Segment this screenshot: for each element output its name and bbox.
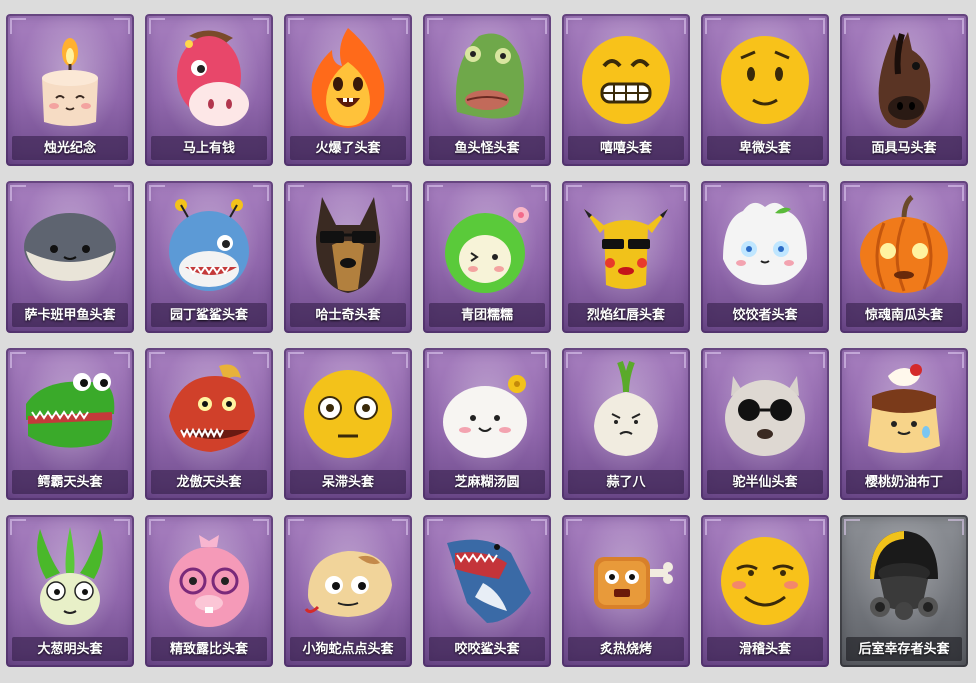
item-label: 马上有钱: [182, 141, 235, 156]
item-label: 小狗蛇点点头套: [302, 642, 394, 657]
item-label: 精致露比头套: [169, 642, 248, 657]
candle-icon: [6, 22, 134, 134]
item-label: 面具马头套: [871, 141, 937, 156]
item-label: 火爆了头套: [315, 141, 381, 156]
grin-emoji-icon: [562, 22, 690, 134]
item-card[interactable]: 小狗蛇点点头套: [284, 515, 412, 667]
scallion-icon: [6, 523, 134, 635]
item-card[interactable]: 蒜了八: [562, 348, 690, 500]
pudding-icon: [840, 356, 968, 468]
item-card[interactable]: 精致露比头套: [145, 515, 273, 667]
item-label: 哈士奇头套: [315, 308, 381, 323]
pumpkin-icon: [840, 189, 968, 301]
snake-icon: [284, 523, 412, 635]
item-card[interactable]: 烛光纪念: [6, 14, 134, 166]
item-label: 烈焰红唇头套: [586, 308, 665, 323]
dragon-icon: [145, 356, 273, 468]
item-card[interactable]: 驼半仙头套: [701, 348, 829, 500]
item-label: 惊魂南瓜头套: [864, 308, 943, 323]
red-lips-pikachu-icon: [562, 189, 690, 301]
item-card[interactable]: 芝麻糊汤圆: [423, 348, 551, 500]
item-card[interactable]: 卑微头套: [701, 14, 829, 166]
item-card[interactable]: 鳄霸天头套: [6, 348, 134, 500]
item-card[interactable]: 嘻嘻头套: [562, 14, 690, 166]
dazed-emoji-icon: [284, 356, 412, 468]
item-card[interactable]: 呆滞头套: [284, 348, 412, 500]
item-label: 卑微头套: [738, 141, 791, 156]
item-card[interactable]: 后室幸存者头套: [840, 515, 968, 667]
item-label: 大葱明头套: [37, 642, 103, 657]
item-label: 鳄霸天头套: [37, 475, 103, 490]
item-card[interactable]: 面具马头套: [840, 14, 968, 166]
husky-icon: [284, 189, 412, 301]
item-label: 樱桃奶油布丁: [864, 475, 943, 490]
sacabambaspis-icon: [6, 189, 134, 301]
item-card[interactable]: 滑稽头套: [701, 515, 829, 667]
fire-icon: [284, 22, 412, 134]
shark-gardener-icon: [145, 189, 273, 301]
item-label: 呆滞头套: [321, 475, 374, 490]
qingtuan-icon: [423, 189, 551, 301]
item-label: 后室幸存者头套: [858, 642, 950, 657]
item-card[interactable]: 樱桃奶油布丁: [840, 348, 968, 500]
item-card[interactable]: 咬咬鲨头套: [423, 515, 551, 667]
item-label: 饺饺者头套: [732, 308, 798, 323]
item-label: 驼半仙头套: [732, 475, 798, 490]
bbq-meat-icon: [562, 523, 690, 635]
item-card[interactable]: 烈焰红唇头套: [562, 181, 690, 333]
item-card[interactable]: 萨卡班甲鱼头套: [6, 181, 134, 333]
item-card[interactable]: 大葱明头套: [6, 515, 134, 667]
item-card[interactable]: 青团糯糯: [423, 181, 551, 333]
item-label: 龙傲天头套: [176, 475, 242, 490]
funny-emoji-icon: [701, 523, 829, 635]
item-label: 嘻嘻头套: [599, 141, 652, 156]
gas-mask-helmet-icon: [840, 523, 968, 635]
item-card[interactable]: 饺饺者头套: [701, 181, 829, 333]
item-label: 滑稽头套: [738, 642, 791, 657]
garlic-icon: [562, 356, 690, 468]
item-card[interactable]: 园丁鲨鲨头套: [145, 181, 273, 333]
humble-emoji-icon: [701, 22, 829, 134]
item-card[interactable]: 马上有钱: [145, 14, 273, 166]
item-label: 蒜了八: [606, 475, 646, 490]
item-label: 烛光纪念: [43, 141, 96, 156]
item-label: 园丁鲨鲨头套: [169, 308, 248, 323]
item-label: 芝麻糊汤圆: [454, 475, 520, 490]
loopy-icon: [145, 523, 273, 635]
item-label: 萨卡班甲鱼头套: [24, 308, 116, 323]
item-label: 青团糯糯: [460, 308, 513, 323]
pink-horse-icon: [145, 22, 273, 134]
horse-mask-icon: [840, 22, 968, 134]
crocodile-icon: [6, 356, 134, 468]
biting-shark-icon: [423, 523, 551, 635]
item-card[interactable]: 龙傲天头套: [145, 348, 273, 500]
item-card[interactable]: 炙热烧烤: [562, 515, 690, 667]
item-label: 鱼头怪头套: [454, 141, 520, 156]
dumpling-icon: [701, 189, 829, 301]
alpaca-icon: [701, 356, 829, 468]
item-card[interactable]: 惊魂南瓜头套: [840, 181, 968, 333]
fish-head-icon: [423, 22, 551, 134]
item-label: 炙热烧烤: [599, 642, 652, 657]
item-card[interactable]: 火爆了头套: [284, 14, 412, 166]
item-card[interactable]: 鱼头怪头套: [423, 14, 551, 166]
tangyuan-icon: [423, 356, 551, 468]
item-label: 咬咬鲨头套: [454, 642, 520, 657]
headwear-grid: 烛光纪念 马上有钱 火爆了头套 鱼头怪头套 嘻嘻头套 卑微头套 面具马头套 萨卡…: [0, 0, 976, 683]
item-card[interactable]: 哈士奇头套: [284, 181, 412, 333]
